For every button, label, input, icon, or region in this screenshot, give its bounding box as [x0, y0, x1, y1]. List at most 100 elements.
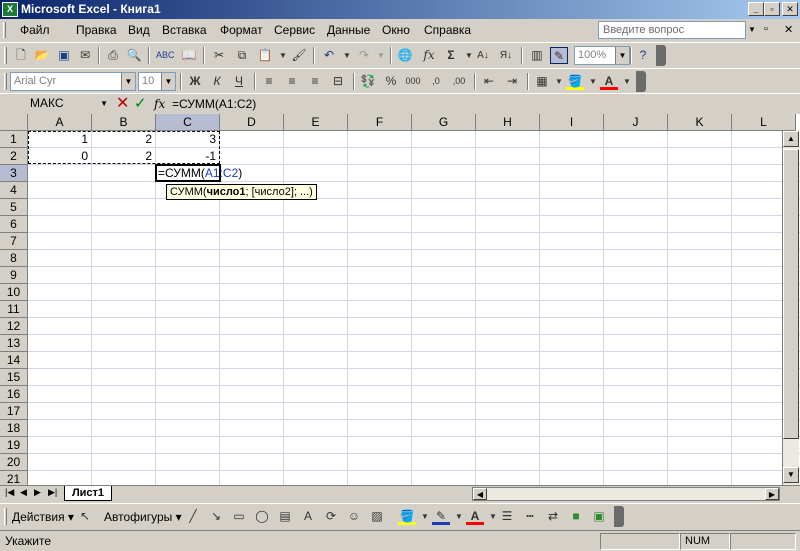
permission-icon[interactable]: ✉	[76, 47, 94, 64]
drawing-toggle-icon[interactable]: ✎	[550, 47, 568, 64]
toolbar-grip[interactable]	[4, 73, 7, 90]
column-header[interactable]: E	[284, 114, 348, 131]
shadow-style-icon[interactable]: ■	[567, 508, 585, 525]
line-style-icon[interactable]: ☰	[498, 508, 516, 525]
percent-icon[interactable]: %	[382, 73, 400, 90]
menu-window[interactable]: Окно	[382, 23, 410, 37]
excel-icon[interactable]: X	[2, 2, 18, 17]
close-button[interactable]: ✕	[782, 2, 798, 16]
tooltip-function[interactable]: СУММ(	[170, 186, 207, 198]
row-header[interactable]: 15	[0, 369, 28, 386]
scroll-thumb[interactable]	[783, 149, 799, 439]
row-header[interactable]: 6	[0, 216, 28, 233]
font-size-dropdown-icon[interactable]: ▼	[161, 73, 175, 90]
redo-dropdown-icon[interactable]: ▼	[372, 47, 390, 64]
menu-tools[interactable]: Сервис	[274, 23, 315, 37]
picture-icon[interactable]: ▨	[368, 508, 386, 525]
undo-icon[interactable]: ↶	[320, 47, 338, 64]
row-header[interactable]: 11	[0, 301, 28, 318]
menu-file[interactable]: Файл	[20, 23, 50, 37]
row-header[interactable]: 7	[0, 233, 28, 250]
line-icon[interactable]: ╱	[184, 508, 202, 525]
fill-color-icon[interactable]: 🪣	[398, 508, 416, 525]
row-header[interactable]: 2	[0, 148, 28, 165]
line-color-icon[interactable]: ✎	[432, 508, 450, 525]
chart-wizard-icon[interactable]: ▥	[528, 47, 546, 64]
menu-data[interactable]: Данные	[327, 23, 370, 37]
scroll-up-icon[interactable]: ▲	[783, 131, 799, 147]
tooltip-arg1[interactable]: число1	[207, 186, 246, 198]
wordart-icon[interactable]: A	[299, 508, 317, 525]
underline-icon[interactable]: Ч	[230, 73, 248, 90]
font-name-dropdown-icon[interactable]: ▼	[121, 73, 135, 90]
decrease-indent-icon[interactable]: ⇤	[480, 73, 498, 90]
toolbar-grip[interactable]	[4, 47, 7, 64]
undo-dropdown-icon[interactable]: ▼	[338, 47, 356, 64]
font-color-icon[interactable]: A	[600, 73, 618, 90]
column-header[interactable]: I	[540, 114, 604, 131]
select-objects-icon[interactable]: ↖	[76, 508, 94, 525]
row-header[interactable]: 3	[0, 165, 28, 182]
menu-help[interactable]: Справка	[424, 23, 471, 37]
font-size-combo[interactable]: 10 ▼	[138, 72, 176, 91]
currency-icon[interactable]: 💱	[359, 73, 377, 90]
paste-icon[interactable]: 📋	[256, 47, 274, 64]
autoshapes-menu[interactable]: Автофигуры ▾	[104, 510, 182, 524]
thousands-separator-icon[interactable]: 000	[404, 73, 422, 90]
arrow-style-icon[interactable]: ⇄	[544, 508, 562, 525]
font-name-combo[interactable]: Arial Cyr ▼	[10, 72, 136, 91]
menubar-grip[interactable]	[3, 22, 6, 38]
formula-input[interactable]: =СУММ(A1:C2)	[172, 97, 256, 111]
zoom-dropdown-icon[interactable]: ▼	[615, 47, 629, 64]
sheet-tab[interactable]: Лист1	[64, 486, 112, 501]
open-folder-icon[interactable]: 📂	[33, 47, 51, 64]
align-center-icon[interactable]: ≡	[283, 73, 301, 90]
column-header[interactable]: A	[28, 114, 92, 131]
menu-view[interactable]: Вид	[128, 23, 150, 37]
toolbar-options-icon[interactable]	[614, 506, 624, 527]
scroll-down-icon[interactable]: ▼	[783, 467, 799, 483]
rectangle-icon[interactable]: ▭	[230, 508, 248, 525]
first-sheet-icon[interactable]: |◀	[5, 487, 14, 498]
minimize-button[interactable]: _	[748, 2, 764, 16]
increase-decimal-icon[interactable]: ,0	[427, 73, 445, 90]
row-header[interactable]: 17	[0, 403, 28, 420]
print-icon[interactable]: ⎙	[104, 47, 122, 64]
column-header[interactable]: C	[156, 114, 220, 131]
next-sheet-icon[interactable]: ▶	[34, 487, 41, 498]
font-color-dropdown-icon[interactable]: ▼	[618, 73, 636, 90]
vertical-scrollbar[interactable]: ▲ ▼	[782, 131, 799, 485]
clipart-icon[interactable]: ☺	[345, 508, 363, 525]
sort-descending-icon[interactable]: Я↓	[497, 47, 515, 64]
scroll-right-icon[interactable]: ▶	[765, 488, 779, 500]
dash-style-icon[interactable]: ┅	[521, 508, 539, 525]
column-header[interactable]: G	[412, 114, 476, 131]
increase-indent-icon[interactable]: ⇥	[503, 73, 521, 90]
insert-function-icon[interactable]: fx	[420, 47, 438, 64]
row-header[interactable]: 1	[0, 131, 28, 148]
borders-icon[interactable]: ▦	[533, 73, 551, 90]
toolbar-grip[interactable]	[4, 508, 7, 525]
actions-menu[interactable]: Действия ▾	[12, 510, 74, 524]
oval-icon[interactable]: ◯	[253, 508, 271, 525]
fill-color-icon[interactable]: 🪣	[566, 73, 584, 90]
column-header[interactable]: L	[732, 114, 796, 131]
toolbar-options-icon[interactable]	[636, 71, 646, 92]
cancel-icon[interactable]: ✕	[116, 95, 129, 112]
format-painter-icon[interactable]: 🖌	[290, 47, 308, 64]
prev-sheet-icon[interactable]: ◀	[20, 487, 27, 498]
sort-ascending-icon[interactable]: A↓	[474, 47, 492, 64]
bold-icon[interactable]: Ж	[186, 73, 204, 90]
column-header[interactable]: K	[668, 114, 732, 131]
copy-icon[interactable]: ⧉	[233, 47, 251, 64]
3d-style-icon[interactable]: ▣	[590, 508, 608, 525]
column-header[interactable]: H	[476, 114, 540, 131]
help-icon[interactable]: ?	[634, 47, 652, 64]
new-document-icon[interactable]: 🗋	[12, 47, 30, 64]
name-box[interactable]: МАКС ▼	[2, 95, 110, 113]
enter-icon[interactable]: ✓	[134, 95, 147, 112]
toolbar-options-icon[interactable]	[656, 45, 666, 66]
align-right-icon[interactable]: ≡	[306, 73, 324, 90]
horizontal-scrollbar[interactable]: ◀ ▶	[472, 487, 780, 501]
row-header[interactable]: 10	[0, 284, 28, 301]
